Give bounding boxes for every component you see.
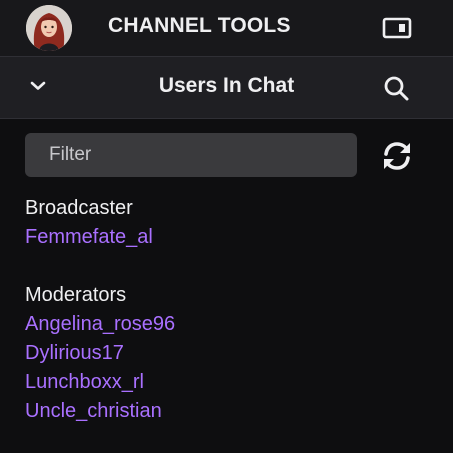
channel-tools-bar: CHANNEL TOOLS [0,0,453,56]
filter-input[interactable] [25,133,357,177]
channel-avatar[interactable] [26,5,72,51]
channel-tools-title: CHANNEL TOOLS [108,14,291,37]
refresh-icon[interactable] [379,139,415,173]
broadcaster-label: Broadcaster [25,197,133,219]
moderator-username[interactable]: Angelina_rose96 [25,313,175,336]
channel-tools-panel: CHANNEL TOOLS Users In Chat Filter Broad… [0,0,453,453]
search-icon[interactable] [380,72,412,104]
moderator-username[interactable]: Dylirious17 [25,342,124,365]
panel-collapse-icon[interactable] [382,16,412,40]
moderators-label: Moderators [25,284,127,306]
broadcaster-username[interactable]: Femmefate_al [25,226,153,249]
moderator-username[interactable]: Lunchboxx_rl [25,371,144,394]
users-in-chat-header: Users In Chat [0,57,453,119]
moderator-username[interactable]: Uncle_christian [25,400,162,423]
